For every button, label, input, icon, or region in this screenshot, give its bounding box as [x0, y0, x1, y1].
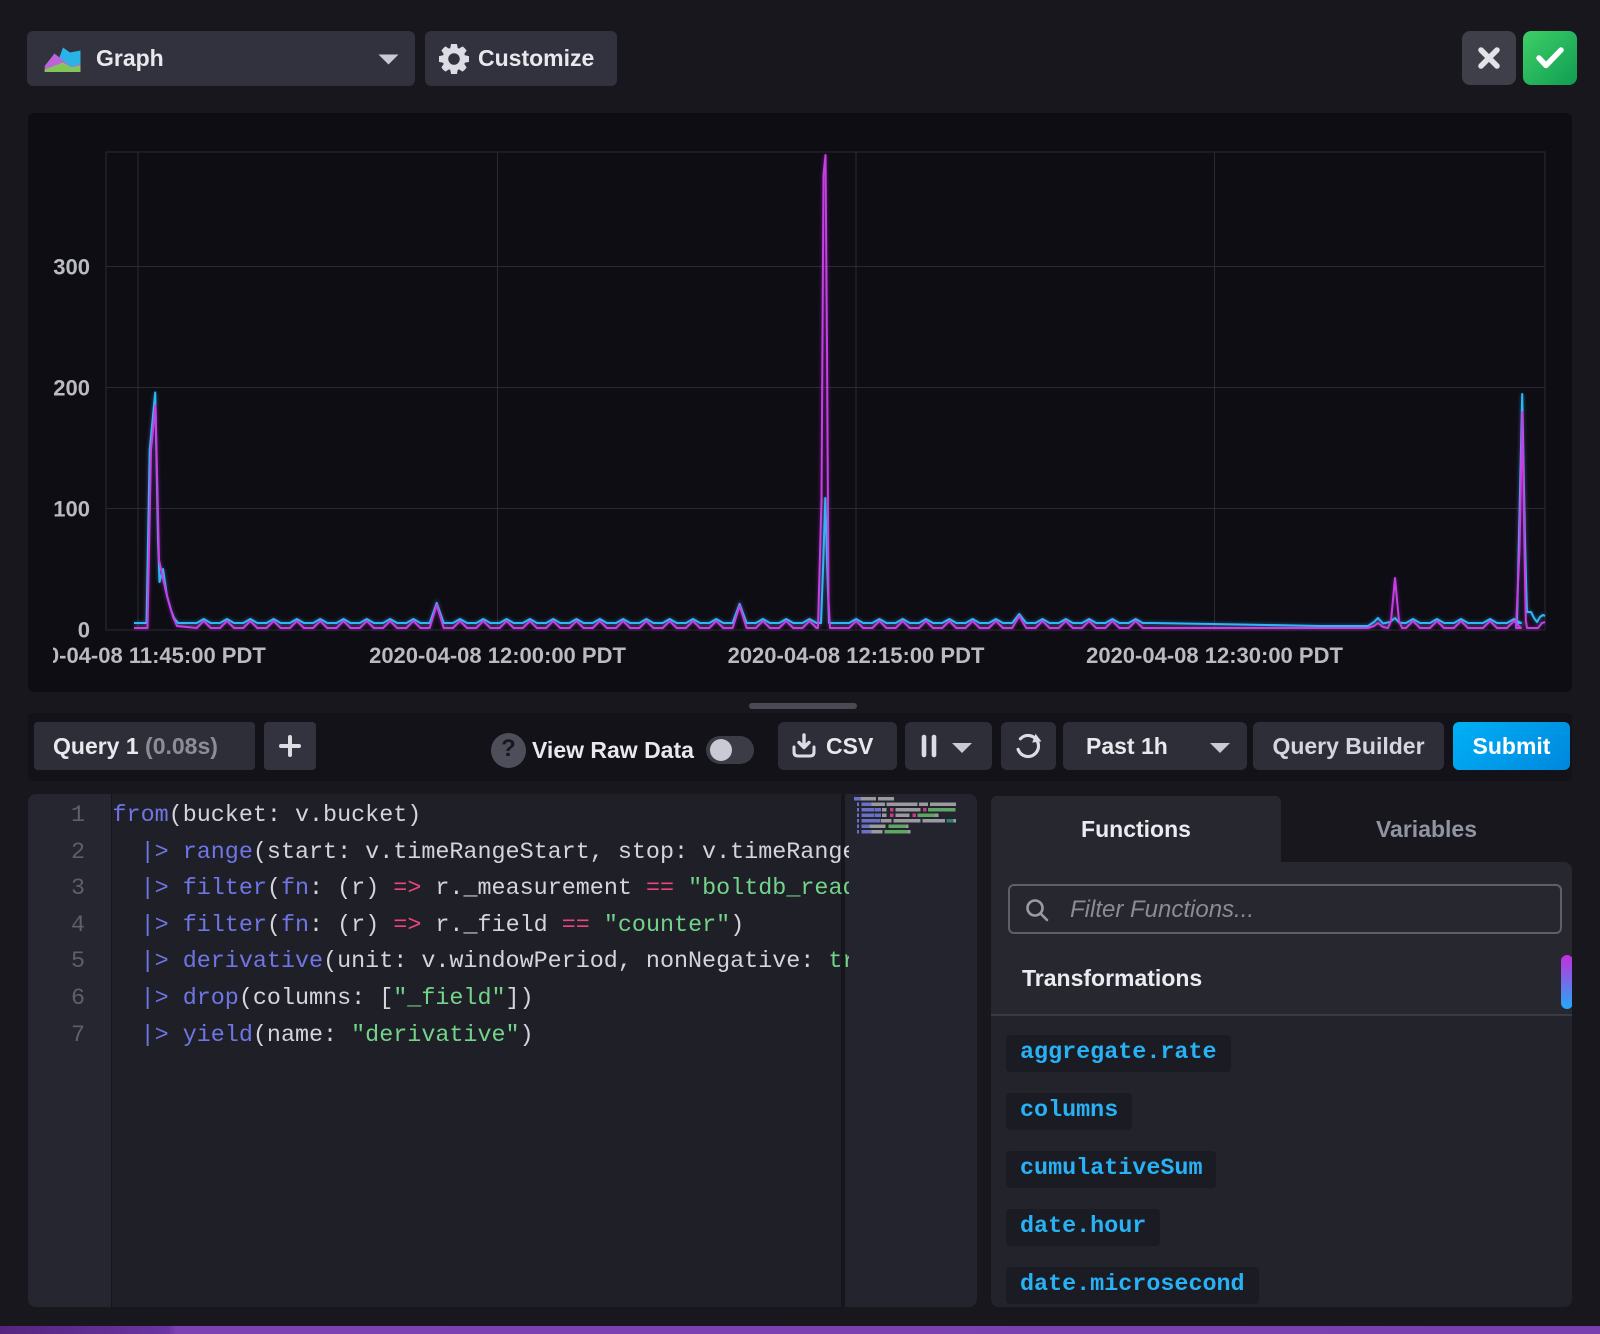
- svg-text:300: 300: [53, 255, 90, 280]
- svg-text:2020-04-08 11:45:00 PDT: 2020-04-08 11:45:00 PDT: [28, 643, 266, 668]
- svg-text:100: 100: [53, 497, 90, 522]
- svg-text:2020-04-08 12:15:00 PDT: 2020-04-08 12:15:00 PDT: [728, 643, 985, 668]
- svg-text:0: 0: [78, 618, 90, 643]
- svg-text:200: 200: [53, 376, 90, 401]
- svg-text:2020-04-08 12:30:00 PDT: 2020-04-08 12:30:00 PDT: [1086, 643, 1343, 668]
- svg-text:2020-04-08 12:00:00 PDT: 2020-04-08 12:00:00 PDT: [369, 643, 626, 668]
